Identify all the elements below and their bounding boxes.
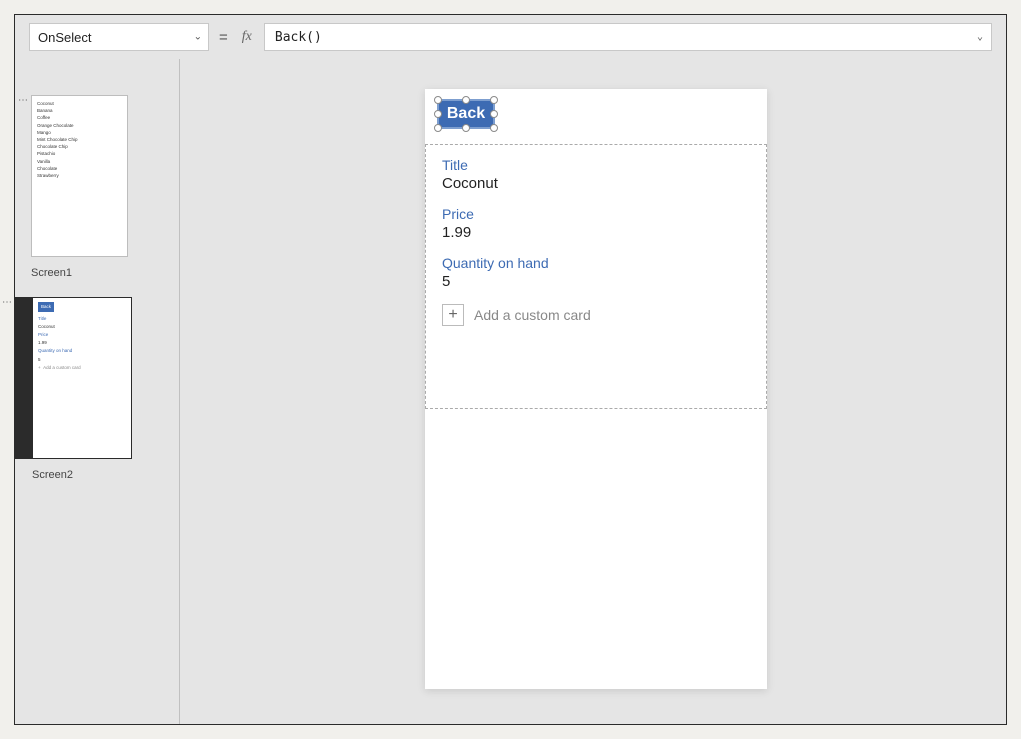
resize-handle[interactable]: [490, 110, 498, 118]
equals-sign: =: [217, 29, 230, 46]
chevron-down-icon: ⌄: [194, 32, 202, 43]
add-custom-card-label: Add a custom card: [474, 307, 591, 323]
screen-thumbnails-panel: ⋯ Coconut Banana Coffee Orange Chocolate…: [15, 59, 180, 724]
thumbnail-screen1-block: ⋯ Coconut Banana Coffee Orange Chocolate…: [15, 95, 179, 279]
workspace: ⋯ Coconut Banana Coffee Orange Chocolate…: [15, 59, 1006, 724]
fx-label: fx: [238, 29, 256, 45]
list-item: Orange Chocolate: [37, 122, 122, 129]
field-label-quantity: Quantity on hand: [442, 255, 750, 271]
formula-text: Back(): [275, 30, 322, 45]
property-dropdown-value: OnSelect: [38, 30, 91, 45]
mini-plus: +: [38, 365, 41, 370]
plus-icon: +: [442, 304, 464, 326]
resize-handle[interactable]: [434, 124, 442, 132]
field-value-price: 1.99: [442, 224, 750, 241]
thumbnail-label: Screen1: [31, 267, 72, 279]
phone-canvas[interactable]: Back Title Coconut Price: [425, 89, 767, 689]
plus-glyph: +: [448, 307, 457, 323]
mini-add-text: Add a custom card: [43, 365, 81, 370]
resize-handle[interactable]: [490, 124, 498, 132]
thumbnail-screen2[interactable]: Back Title Coconut Price 1.99 Quantity o…: [15, 297, 132, 459]
thumbnail-label: Screen2: [32, 469, 73, 481]
list-item: Mint Chocolate Chip: [37, 136, 122, 143]
ellipsis-icon[interactable]: ⋯: [15, 95, 31, 103]
field-label-price: Price: [442, 206, 750, 222]
mini-label: Quantity on hand: [38, 347, 126, 355]
add-custom-card[interactable]: + Add a custom card: [442, 304, 750, 326]
thumbnail-screen2-block: ⋯ Back Title Coconut Price 1.99 Quantity…: [0, 297, 179, 481]
resize-handle[interactable]: [434, 110, 442, 118]
list-item: Strawberry: [37, 172, 122, 179]
formula-input[interactable]: Back() ⌄: [264, 23, 992, 51]
list-item: Banana: [37, 107, 122, 114]
list-item: Chocolate Chip: [37, 143, 122, 150]
ellipsis-icon[interactable]: ⋯: [0, 297, 15, 305]
thumbnail-selection-strip: [16, 298, 33, 458]
back-button-selection[interactable]: Back: [437, 99, 495, 129]
list-item: Chocolate: [37, 165, 122, 172]
resize-handle[interactable]: [462, 96, 470, 104]
app-frame: OnSelect ⌄ = fx Back() ⌄ ⋯ Coconut Banan…: [14, 14, 1007, 725]
resize-handle[interactable]: [490, 96, 498, 104]
list-item: Vanilla: [37, 158, 122, 165]
canvas-area: Back Title Coconut Price: [180, 59, 1006, 724]
mini-value: Coconut: [38, 323, 126, 331]
formula-bar: OnSelect ⌄ = fx Back() ⌄: [15, 15, 1006, 59]
mini-back-button: Back: [38, 302, 54, 312]
back-button[interactable]: Back: [437, 99, 495, 129]
list-item: Pistachio: [37, 150, 122, 157]
display-form[interactable]: Title Coconut Price 1.99 Quantity on han…: [425, 144, 767, 409]
property-dropdown[interactable]: OnSelect ⌄: [29, 23, 209, 51]
field-value-quantity: 5: [442, 273, 750, 290]
mini-label: Title: [38, 315, 126, 323]
back-button-label: Back: [447, 105, 485, 123]
resize-handle[interactable]: [462, 124, 470, 132]
resize-handle[interactable]: [434, 96, 442, 104]
field-label-title: Title: [442, 157, 750, 173]
list-item: Coffee: [37, 114, 122, 121]
list-item: Coconut: [37, 100, 122, 107]
mini-value: 5: [38, 356, 126, 364]
mini-label: Price: [38, 331, 126, 339]
chevron-down-icon: ⌄: [977, 32, 983, 43]
thumbnail-screen1[interactable]: Coconut Banana Coffee Orange Chocolate M…: [31, 95, 128, 257]
mini-value: 1.99: [38, 339, 126, 347]
field-value-title: Coconut: [442, 175, 750, 192]
list-item: Mango: [37, 129, 122, 136]
